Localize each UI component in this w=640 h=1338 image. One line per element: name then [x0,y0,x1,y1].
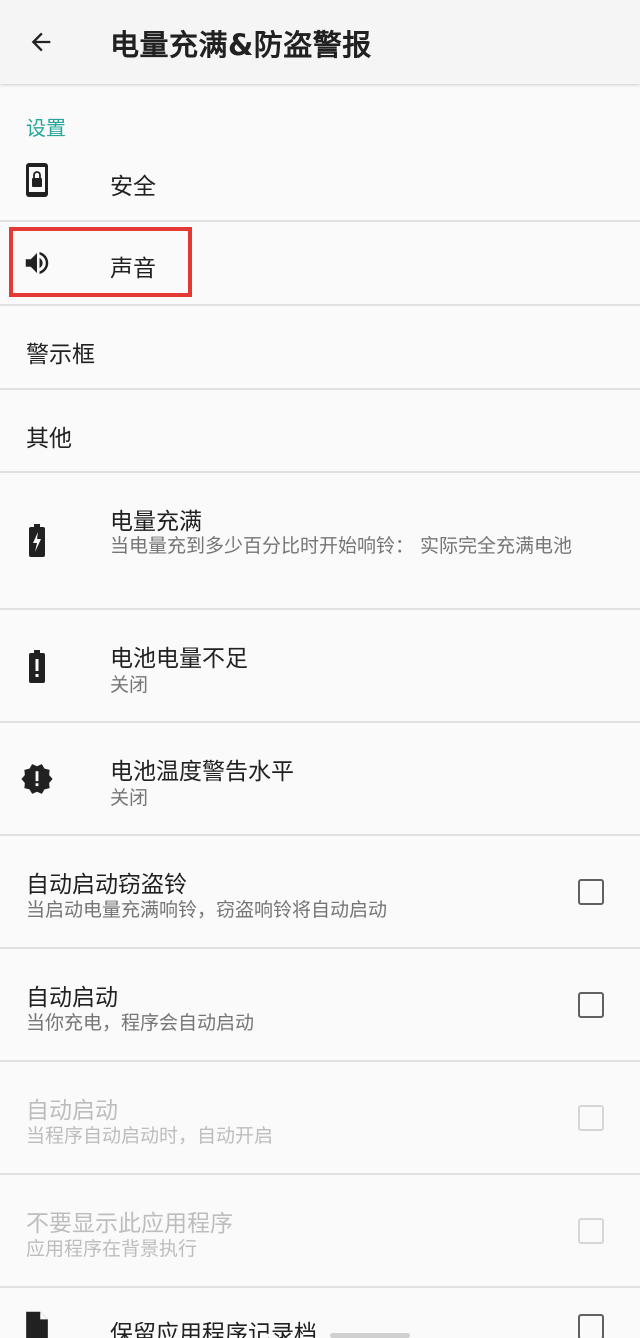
settings-item-title: 警示框 [26,342,95,368]
settings-item-title: 自动启动窃盗铃 [26,872,187,898]
back-button[interactable] [18,20,64,64]
hide-app-checkbox[interactable] [578,1218,604,1244]
settings-item-title: 不要显示此应用程序 [26,1211,233,1237]
settings-item-summary: 当程序自动启动时，自动开启 [26,1125,274,1147]
settings-item-auto-anti-theft[interactable]: 自动启动窃盗铃 当启动电量充满响铃，窃盗响铃将自动启动 [0,836,640,948]
settings-item-other[interactable]: 其他 [0,390,640,472]
scroll-indicator [330,1333,410,1338]
phone-lock-icon [20,160,54,200]
section-header-settings: 设置 [26,116,66,140]
settings-item-summary: 当电量充到多少百分比时开始响铃： 实际完全充满电池 [110,535,573,557]
app-bar: 电量充满&防盗警报 [0,0,640,84]
settings-item-title: 安全 [110,174,156,200]
settings-item-summary: 当你充电，程序会自动启动 [26,1012,255,1034]
settings-item-summary: 关闭 [110,787,149,809]
settings-item-hide-app[interactable]: 不要显示此应用程序 应用程序在背景执行 [0,1175,640,1287]
settings-item-keep-log[interactable]: 保留应用程序记录档 [0,1288,640,1338]
auto-anti-theft-checkbox[interactable] [578,879,604,905]
page-title: 电量充满&防盗警报 [110,28,372,62]
settings-item-battery-temp[interactable]: 电池温度警告水平 关闭 [0,723,640,835]
settings-item-title: 自动启动 [26,1098,118,1124]
settings-item-security[interactable]: 安全 [0,142,640,220]
settings-item-low-battery[interactable]: 电池电量不足 关闭 [0,610,640,722]
settings-item-alert-box[interactable]: 警示框 [0,306,640,388]
settings-item-title: 保留应用程序记录档 [110,1321,317,1338]
settings-item-summary: 应用程序在背景执行 [26,1238,198,1260]
file-icon [20,1308,54,1338]
settings-item-title: 电池电量不足 [110,646,248,672]
battery-alert-icon [20,647,54,687]
settings-item-title: 电池温度警告水平 [110,759,294,785]
settings-item-title: 电量充满 [110,509,202,535]
arrow-back-icon [31,32,51,52]
badge-alert-icon [20,759,54,799]
settings-item-auto-start-open[interactable]: 自动启动 当程序自动启动时，自动开启 [0,1062,640,1174]
auto-start-charge-checkbox[interactable] [578,992,604,1018]
auto-start-open-checkbox[interactable] [578,1105,604,1131]
settings-item-summary: 关闭 [110,674,149,696]
settings-item-summary: 当启动电量充满响铃，窃盗响铃将自动启动 [26,899,388,921]
keep-log-checkbox[interactable] [578,1314,604,1338]
settings-item-full-charge[interactable]: 电量充满 当电量充到多少百分比时开始响铃： 实际完全充满电池 [0,473,640,609]
settings-item-title: 自动启动 [26,985,118,1011]
settings-item-auto-start-charge[interactable]: 自动启动 当你充电，程序会自动启动 [0,949,640,1061]
settings-item-title: 其他 [26,426,72,452]
battery-charging-icon [20,521,54,561]
highlight-box [9,227,192,297]
